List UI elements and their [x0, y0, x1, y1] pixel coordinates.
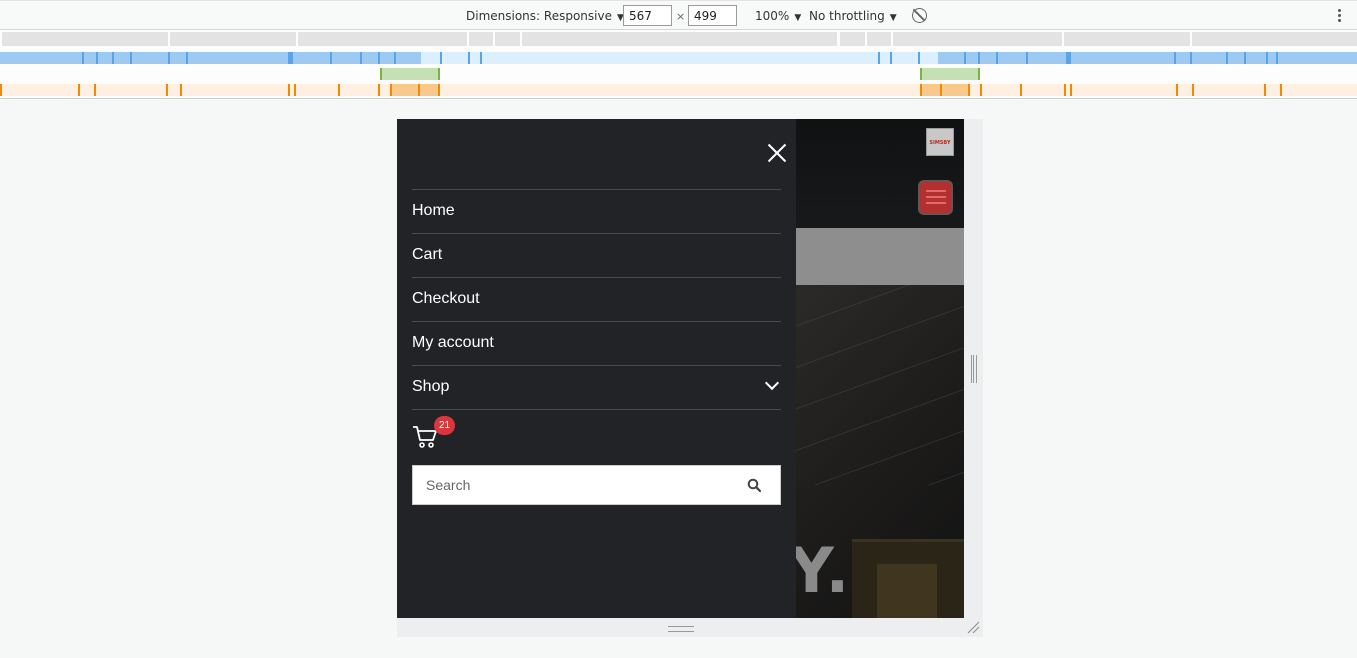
resize-handle-corner[interactable] — [966, 620, 980, 634]
device-toolbar: Dimensions: Responsive▼ × 100%▼ No throt… — [0, 0, 1357, 30]
hero-item — [877, 564, 937, 618]
dimension-separator: × — [676, 10, 686, 23]
caret-down-icon: ▼ — [794, 13, 802, 23]
zoom-dropdown[interactable]: 100% ▼ — [755, 9, 801, 23]
site-logo[interactable]: SIMSBY — [926, 128, 954, 156]
search-icon[interactable] — [747, 478, 762, 493]
menu-item-label: Shop — [412, 378, 450, 395]
caret-down-icon: ▼ — [889, 13, 897, 23]
width-input[interactable] — [623, 5, 672, 26]
mq-row-blue[interactable] — [0, 52, 1357, 64]
mq-row-orange[interactable] — [0, 84, 1357, 96]
menu-item-home[interactable]: Home — [412, 190, 781, 234]
resize-handle-bottom[interactable] — [668, 626, 694, 632]
menu-item-label: My account — [412, 334, 494, 351]
search-box — [412, 465, 781, 505]
zoom-label: 100% — [755, 9, 790, 23]
hero-text: Y. — [789, 534, 852, 607]
mobile-menu-drawer: Home Cart Checkout My account Shop 21 — [397, 119, 796, 618]
mq-row-gray[interactable] — [0, 32, 1357, 46]
kebab-menu-icon[interactable] — [1338, 9, 1342, 24]
media-query-bars — [0, 30, 1357, 99]
hero-ceiling — [796, 285, 964, 485]
menu-item-shop[interactable]: Shop — [412, 366, 781, 410]
menu-list: Home Cart Checkout My account Shop — [412, 189, 781, 410]
hamburger-menu-button[interactable] — [918, 180, 953, 215]
throttling-label: No throttling — [809, 9, 885, 23]
menu-item-cart[interactable]: Cart — [412, 234, 781, 278]
chevron-down-icon[interactable] — [764, 375, 780, 391]
throttling-dropdown[interactable]: No throttling ▼ — [809, 9, 897, 23]
mq-row-green[interactable] — [0, 68, 1357, 80]
dimensions-dropdown[interactable]: Dimensions: Responsive ▼ — [466, 9, 624, 23]
height-input[interactable] — [688, 5, 737, 26]
menu-item-label: Home — [412, 202, 455, 219]
search-input[interactable] — [413, 466, 733, 504]
menu-item-label: Checkout — [412, 290, 480, 307]
menu-item-checkout[interactable]: Checkout — [412, 278, 781, 322]
dimensions-label: Dimensions: Responsive — [466, 9, 612, 23]
rotate-icon[interactable] — [912, 8, 927, 23]
emulated-page: Y. SIMSBY Home Cart Checkout My account … — [397, 119, 964, 618]
menu-item-label: Cart — [412, 246, 443, 263]
menu-item-my-account[interactable]: My account — [412, 322, 781, 366]
header-band — [796, 228, 964, 285]
resize-handle-right[interactable] — [971, 355, 977, 383]
close-icon[interactable] — [767, 143, 787, 163]
cart-count-badge: 21 — [434, 416, 455, 435]
